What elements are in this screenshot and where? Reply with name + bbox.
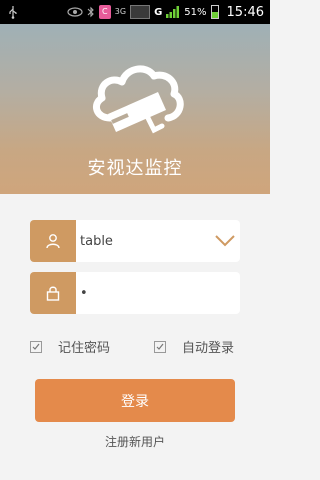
battery-icon	[210, 5, 219, 19]
chevron-down-icon	[215, 235, 235, 247]
checkbox-icon	[32, 343, 40, 350]
cloud-camera-icon	[92, 65, 184, 134]
auto-login-option[interactable]: 自动登录	[154, 337, 234, 356]
username-input[interactable]: table	[76, 234, 210, 249]
app-notification-icon: C	[98, 5, 111, 19]
password-field[interactable]: •	[30, 272, 240, 314]
remember-password-option[interactable]: 记住密码	[30, 337, 110, 356]
username-field[interactable]: table	[30, 220, 240, 262]
bluetooth-icon	[87, 6, 94, 18]
username-icon-box	[30, 220, 76, 262]
network-3g-label: 3G	[114, 7, 127, 16]
app-header: 安视达监控	[0, 24, 270, 194]
battery-percent: 51%	[184, 6, 207, 18]
password-input[interactable]: •	[76, 286, 240, 301]
remember-password-checkbox[interactable]	[30, 340, 42, 353]
usb-icon	[9, 6, 17, 19]
status-bar: C 3G G 51% 15:46	[0, 0, 270, 24]
auto-login-checkbox[interactable]	[154, 340, 166, 353]
login-button[interactable]: 登录	[35, 379, 235, 422]
clock: 15:46	[226, 4, 264, 20]
register-link[interactable]: 注册新用户	[0, 433, 270, 450]
checkbox-icon	[156, 343, 164, 350]
app-title: 安视达监控	[87, 158, 183, 179]
auto-login-label: 自动登录	[182, 341, 235, 356]
network-g-label: G	[154, 6, 163, 18]
sim-icon	[130, 5, 151, 19]
password-icon-box	[30, 272, 76, 314]
signal-icon	[166, 6, 180, 18]
username-dropdown-button[interactable]	[210, 220, 240, 262]
user-icon	[46, 234, 60, 249]
eye-icon	[67, 7, 83, 17]
lock-icon	[46, 286, 60, 301]
remember-password-label: 记住密码	[58, 341, 111, 356]
